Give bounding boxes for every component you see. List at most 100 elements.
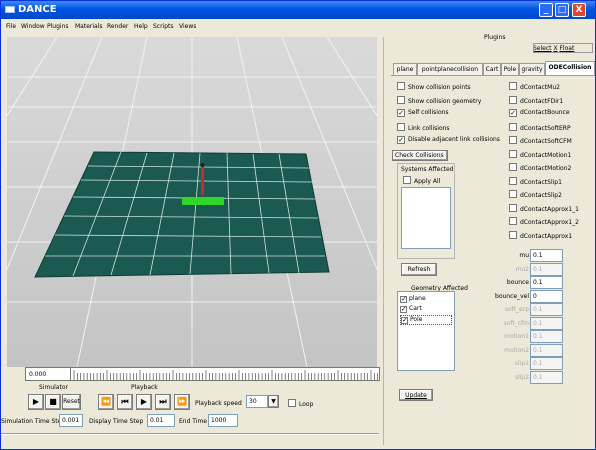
contact-flag-checkbox[interactable]: dContactApprox1_1 <box>509 203 579 213</box>
checkbox-box[interactable] <box>509 163 517 171</box>
contact-flag-checkbox[interactable]: dContactApprox1 <box>509 230 572 240</box>
checkbox-box[interactable] <box>509 176 517 185</box>
tab-plane[interactable]: plane <box>393 63 417 75</box>
current-time-field[interactable]: 0.000 <box>25 367 71 381</box>
skip-end-icon[interactable]: ⏭ <box>155 394 171 410</box>
param-field[interactable]: 0.1 <box>530 303 563 316</box>
contact-flag-checkbox[interactable]: dContactSoftERP <box>509 122 571 132</box>
minimize-button[interactable]: _ <box>539 3 553 17</box>
pole-tip <box>200 163 205 167</box>
geometry-item[interactable]: ✓ Cart <box>400 305 422 313</box>
close-button[interactable]: X <box>572 3 586 17</box>
loop-checkbox[interactable]: Loop <box>288 399 313 408</box>
checkbox-box[interactable]: ✓ <box>509 109 517 117</box>
checkbox-box[interactable] <box>509 82 517 90</box>
checkbox-box[interactable] <box>509 95 517 104</box>
sim-step-field[interactable]: 0.001 <box>59 414 83 427</box>
fast-forward-icon[interactable]: ⏩ <box>174 394 190 410</box>
maximize-button[interactable]: □ <box>555 3 569 17</box>
param-field[interactable]: 0.1 <box>530 316 563 330</box>
playback-speed-select[interactable]: 30 <box>246 395 268 408</box>
checkbox-box[interactable] <box>509 149 517 158</box>
menu-render[interactable]: Render <box>107 23 128 30</box>
menu-window[interactable]: Window <box>21 23 45 30</box>
menu-file[interactable]: File <box>6 23 16 30</box>
menu-views[interactable]: Views <box>179 23 196 30</box>
play-forward-icon[interactable]: ▶ <box>136 394 152 410</box>
param-label: slip1 <box>514 360 529 367</box>
contact-flag-checkbox[interactable]: dContactMotion2 <box>509 163 571 172</box>
geometry-item[interactable]: ✓ Pole <box>400 315 452 325</box>
param-field[interactable]: 0.1 <box>530 262 563 276</box>
skip-start-icon[interactable]: ⏮ <box>117 394 133 410</box>
param-field[interactable]: 0.1 <box>530 343 563 357</box>
menu-help[interactable]: Help <box>134 23 148 30</box>
menu-materials[interactable]: Materials <box>75 23 103 30</box>
param-label: bounce <box>506 279 529 286</box>
param-field[interactable]: 0.1 <box>530 330 563 343</box>
contact-flag-checkbox[interactable]: dContactSlip2 <box>509 190 562 199</box>
param-field[interactable]: 0.1 <box>530 370 563 384</box>
menu-plugins[interactable]: Plugins <box>47 23 69 30</box>
tab-gravity[interactable]: gravity <box>519 63 545 75</box>
checkbox-box[interactable] <box>397 95 405 104</box>
collision-option-checkbox[interactable]: ✓ Disable adjacent link collisions <box>397 136 500 144</box>
contact-flag-checkbox[interactable]: dContactFDir1 <box>509 95 563 105</box>
checkbox-box[interactable] <box>509 122 517 131</box>
display-step-field[interactable]: 0.01 <box>147 414 175 427</box>
param-field[interactable]: 0 <box>530 289 563 303</box>
checkbox-box[interactable] <box>509 203 517 212</box>
contact-flag-checkbox[interactable]: dContactApprox1_2 <box>509 217 579 226</box>
tab-odecollision[interactable]: ODECollision <box>545 61 595 75</box>
collision-option-checkbox[interactable]: Show collision points <box>397 82 471 91</box>
systems-list[interactable] <box>401 187 451 249</box>
checkbox-box[interactable] <box>397 82 405 90</box>
collision-option-checkbox[interactable]: ✓ Self collisions <box>397 109 449 117</box>
checkbox-box[interactable]: ✓ <box>397 109 405 117</box>
checkbox-box[interactable]: ✓ <box>400 296 407 303</box>
checkbox-box[interactable] <box>509 190 517 198</box>
geometry-list[interactable]: ✓ plane ✓ Cart ✓ Pole <box>397 291 455 371</box>
stop-icon[interactable]: ■ <box>45 394 61 410</box>
chevron-down-icon[interactable]: ▼ <box>268 395 279 408</box>
title-bar[interactable]: DANCE _ □ X <box>1 1 595 19</box>
collision-option-checkbox[interactable]: Link collisions <box>397 122 450 132</box>
play-icon[interactable]: ▶ <box>28 394 44 410</box>
checkbox-box[interactable] <box>509 217 517 225</box>
tab-pole[interactable]: Pole <box>501 63 519 75</box>
tab-cart[interactable]: Cart <box>483 63 501 75</box>
close-plugin-link[interactable]: X <box>553 45 557 52</box>
scene-render <box>7 37 377 367</box>
menu-scripts[interactable]: Scripts <box>153 23 174 30</box>
refresh-button[interactable]: Refresh <box>401 263 437 276</box>
select-link[interactable]: Select <box>533 45 552 52</box>
contact-flag-checkbox[interactable]: ✓ dContactBounce <box>509 109 570 117</box>
contact-flag-checkbox[interactable]: dContactMotion1 <box>509 149 571 159</box>
contact-flag-checkbox[interactable]: dContactSlip1 <box>509 176 562 186</box>
rewind-icon[interactable]: ⏪ <box>98 394 114 410</box>
check-collisions-button[interactable]: Check Collisions <box>392 150 448 161</box>
geometry-item[interactable]: ✓ plane <box>400 295 426 303</box>
checkbox-box[interactable]: ✓ <box>400 306 407 313</box>
apply-all-checkbox[interactable]: Apply All <box>403 176 440 185</box>
param-field[interactable]: 0.1 <box>530 357 563 370</box>
checkbox-box[interactable]: ✓ <box>401 317 408 324</box>
collision-option-checkbox[interactable]: Show collision geometry <box>397 95 481 105</box>
checkbox-box[interactable] <box>509 230 517 239</box>
float-link[interactable]: Float <box>559 45 574 52</box>
app-icon <box>5 6 15 13</box>
timeline-slider[interactable] <box>25 367 380 381</box>
contact-flag-checkbox[interactable]: dContactSoftCFM <box>509 136 572 145</box>
update-button[interactable]: Update <box>399 389 433 401</box>
checkbox-box[interactable] <box>397 122 405 131</box>
param-field[interactable]: 0.1 <box>530 276 563 289</box>
reset-button[interactable]: Reset <box>62 394 81 410</box>
param-field[interactable]: 0.1 <box>530 249 563 262</box>
checkbox-box[interactable]: ✓ <box>397 136 405 144</box>
checkbox-box[interactable] <box>509 136 517 144</box>
end-time-field[interactable]: 1000 <box>208 414 238 427</box>
contact-flag-checkbox[interactable]: dContactMu2 <box>509 82 560 91</box>
apply-all-label: Apply All <box>414 178 441 185</box>
tab-pointplanecollision[interactable]: pointplanecollision <box>417 63 483 75</box>
3d-viewport[interactable] <box>7 37 377 367</box>
